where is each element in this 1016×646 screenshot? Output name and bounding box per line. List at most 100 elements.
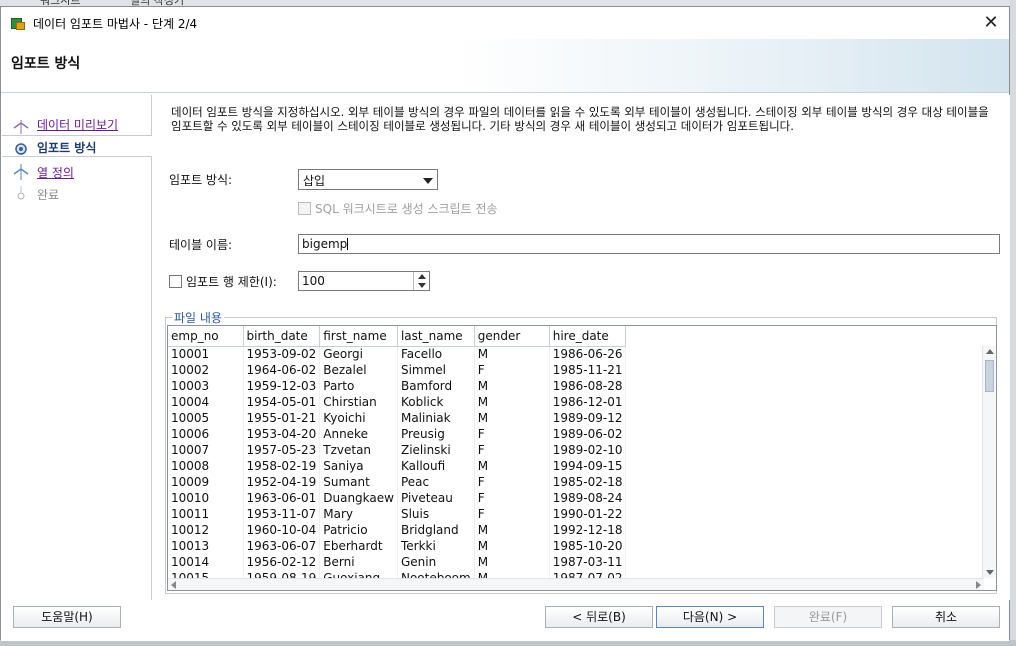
table-cell: 1964-06-02 (243, 362, 321, 378)
row-limit-label: 임포트 행 제한(I): (186, 275, 277, 289)
help-button[interactable]: 도움말(H) (13, 606, 121, 628)
table-cell: Piveteau (397, 490, 475, 506)
table-row[interactable]: 10006 1953-04-20 Anneke Preusig F 1989-06-02 (168, 426, 627, 442)
table-row[interactable]: 10008 1958-02-19 Saniya Kalloufi M 1994-09-15 (168, 458, 627, 474)
table-cell: Simmel (397, 362, 475, 378)
table-cell: 1989-08-24 (549, 490, 627, 506)
scroll-up-icon[interactable] (986, 349, 994, 354)
table-cell: M (474, 458, 550, 474)
import-method-select[interactable]: 삽입 (298, 169, 438, 190)
table-row[interactable]: 10012 1960-10-04 Patricio Bridgland M 1992-12… (168, 522, 627, 538)
table-cell: 10013 (168, 538, 244, 554)
table-row[interactable]: 10005 1955-01-21 Kyoichi Maliniak M 1989-09-1… (168, 410, 627, 426)
table-cell: Kyoichi (319, 410, 398, 426)
table-cell: Facello (397, 346, 475, 362)
vertical-scrollbar[interactable] (982, 346, 996, 578)
table-cell: 10007 (168, 442, 244, 458)
finish-button: 완료(F) (774, 606, 882, 628)
import-method-label: 임포트 방식: (169, 173, 233, 187)
file-content-grid[interactable]: emp_no birth_date first_name last_name g… (167, 325, 997, 591)
table-cell: F (474, 362, 550, 378)
table-row[interactable]: 10009 1952-04-19 Sumant Peac F 1985-02-18 (168, 474, 627, 490)
table-cell: 1985-11-21 (549, 362, 627, 378)
table-cell: 1960-10-04 (243, 522, 321, 538)
table-cell: 10002 (168, 362, 244, 378)
step-pending-icon (17, 186, 25, 200)
main-panel: 데이터 임포트 방식을 지정하십시오. 외부 테이블 방식의 경우 파일의 데이… (153, 95, 1010, 600)
table-cell: Chirstian (319, 394, 398, 410)
step-current-icon (15, 143, 27, 155)
sql-script-checkbox[interactable] (298, 202, 311, 215)
table-row[interactable]: 10004 1954-05-01 Chirstian Koblick M 1986-12-… (168, 394, 627, 410)
column-header[interactable]: birth_date (243, 326, 321, 347)
table-cell: 1986-12-01 (549, 394, 627, 410)
step-link-icon (13, 164, 29, 180)
table-row[interactable]: 10010 1963-06-01 Duangkaew Piveteau F 1989-08… (168, 490, 627, 506)
table-cell: 1952-04-19 (243, 474, 321, 490)
table-row[interactable]: 10001 1953-09-02 Georgi Facello M 1986-06-26 (168, 346, 627, 362)
table-cell: M (474, 554, 550, 570)
app-icon (11, 16, 25, 30)
table-cell: 10008 (168, 458, 244, 474)
table-cell: Anneke (319, 426, 398, 442)
step-import-method: 임포트 방식 (2, 135, 152, 157)
table-cell: 1989-06-02 (549, 426, 627, 442)
column-header[interactable]: last_name (397, 326, 475, 347)
table-cell: 1954-05-01 (243, 394, 321, 410)
table-cell: 10006 (168, 426, 244, 442)
table-cell: Berni (319, 554, 398, 570)
scroll-right-icon[interactable] (976, 581, 981, 589)
table-cell: 1957-05-23 (243, 442, 321, 458)
column-header[interactable]: emp_no (168, 326, 244, 347)
step-column-definition[interactable]: 열 정의 (2, 161, 152, 183)
table-cell: Genin (397, 554, 475, 570)
table-cell: Bezalel (319, 362, 398, 378)
table-row[interactable]: 10013 1963-06-07 Eberhardt Terkki M 1985-10-2… (168, 538, 627, 554)
table-row[interactable]: 10011 1953-11-07 Mary Sluis F 1990-01-22 (168, 506, 627, 522)
table-cell: Kalloufi (397, 458, 475, 474)
table-cell: 10012 (168, 522, 244, 538)
column-header[interactable]: hire_date (549, 326, 627, 347)
horizontal-scrollbar[interactable] (168, 578, 984, 590)
row-limit-checkbox[interactable] (169, 275, 182, 288)
table-cell: Koblick (397, 394, 475, 410)
table-row[interactable]: 10003 1959-12-03 Parto Bamford M 1986-08-28 (168, 378, 627, 394)
chevron-down-icon (423, 178, 433, 184)
table-cell: M (474, 346, 550, 362)
table-row[interactable]: 10014 1956-02-12 Berni Genin M 1987-03-11 (168, 554, 627, 570)
step-data-preview[interactable]: 데이터 미리보기 (2, 113, 152, 135)
scroll-thumb[interactable] (985, 360, 994, 392)
back-button[interactable]: < 뒤로(B) (545, 606, 653, 628)
table-cell: Sumant (319, 474, 398, 490)
close-icon[interactable]: ✕ (979, 11, 1003, 35)
table-row[interactable]: 10007 1957-05-23 Tzvetan Zielinski F 1989-02-… (168, 442, 627, 458)
row-limit-spinner[interactable]: 100 (298, 271, 430, 291)
wizard-steps-sidebar: 데이터 미리보기 임포트 방식 열 정의 완료 (2, 95, 152, 600)
step-label: 임포트 방식 (37, 141, 97, 155)
table-row[interactable]: 10002 1964-06-02 Bezalel Simmel F 1985-11-21 (168, 362, 627, 378)
spinner-down-icon[interactable] (418, 283, 426, 288)
table-cell: 1987-03-11 (549, 554, 627, 570)
scroll-left-icon[interactable] (171, 581, 176, 589)
page-title: 임포트 방식 (11, 56, 81, 72)
cancel-button[interactable]: 취소 (892, 606, 1000, 628)
spinner-buttons[interactable] (413, 272, 429, 290)
column-header[interactable]: gender (474, 326, 550, 347)
table-cell: 1994-09-15 (549, 458, 627, 474)
table-cell: M (474, 538, 550, 554)
row-limit-value: 100 (302, 274, 325, 288)
sql-script-label: SQL 워크시트로 생성 스크립트 전송 (315, 202, 498, 216)
data-table: emp_no birth_date first_name last_name g… (168, 326, 627, 586)
next-button[interactable]: 다음(N) > (656, 606, 764, 628)
table-cell: Bridgland (397, 522, 475, 538)
spinner-up-icon[interactable] (418, 274, 426, 279)
scroll-down-icon[interactable] (986, 570, 994, 575)
table-name-input[interactable]: bigemp (298, 234, 1000, 254)
column-header[interactable]: first_name (319, 326, 398, 347)
table-name-value: bigemp (302, 237, 348, 251)
table-cell: Maliniak (397, 410, 475, 426)
table-cell: Mary (319, 506, 398, 522)
table-name-label: 테이블 이름: (169, 238, 233, 252)
table-cell: Tzvetan (319, 442, 398, 458)
file-content-legend: 파일 내용 (172, 309, 224, 326)
